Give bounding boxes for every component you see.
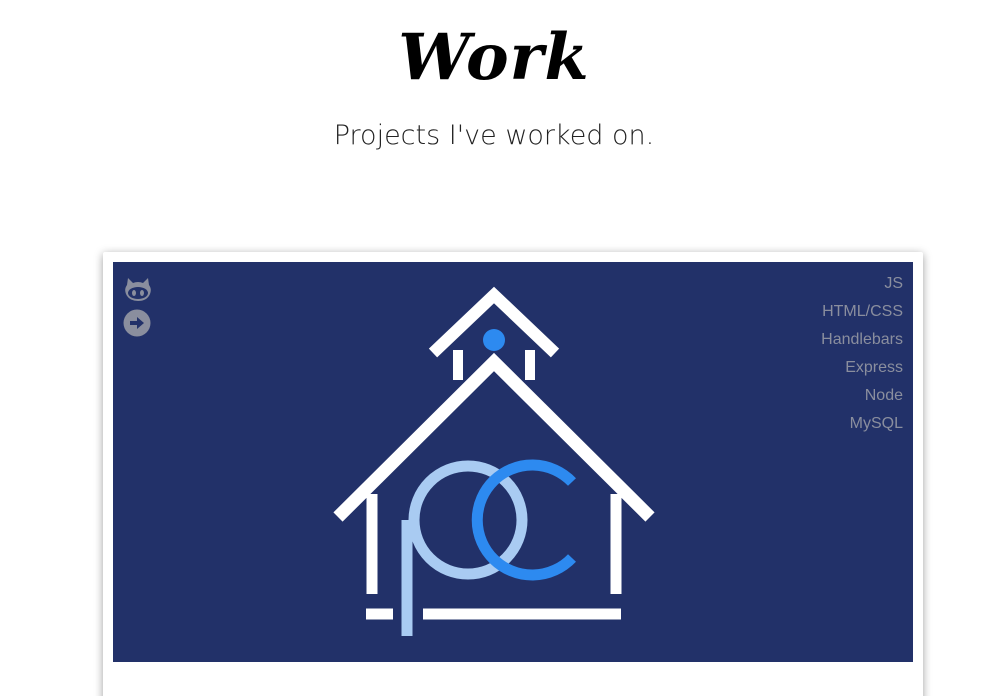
github-link[interactable] [123,275,153,305]
tech-item: Handlebars [821,331,903,348]
section-title: Work [398,20,590,95]
github-icon [125,278,151,301]
tech-item: Express [845,359,903,376]
arrow-circle-right-icon [123,309,151,337]
tech-item: Node [864,387,903,404]
live-site-link[interactable] [123,308,153,338]
tech-list: JS HTML/CSS Handlebars Express Node MySQ… [821,270,903,438]
project-card: JS HTML/CSS Handlebars Express Node MySQ… [103,252,923,696]
tech-item: MySQL [849,415,903,432]
schoolhouse-logo [333,286,655,636]
section-subtitle: Projects I've worked on. [333,120,655,151]
page: Work Projects I've worked on. JS HTML/CS… [0,0,988,696]
project-image: JS HTML/CSS Handlebars Express Node MySQ… [113,262,913,662]
tech-item: HTML/CSS [822,303,903,320]
tech-item: JS [884,275,903,292]
